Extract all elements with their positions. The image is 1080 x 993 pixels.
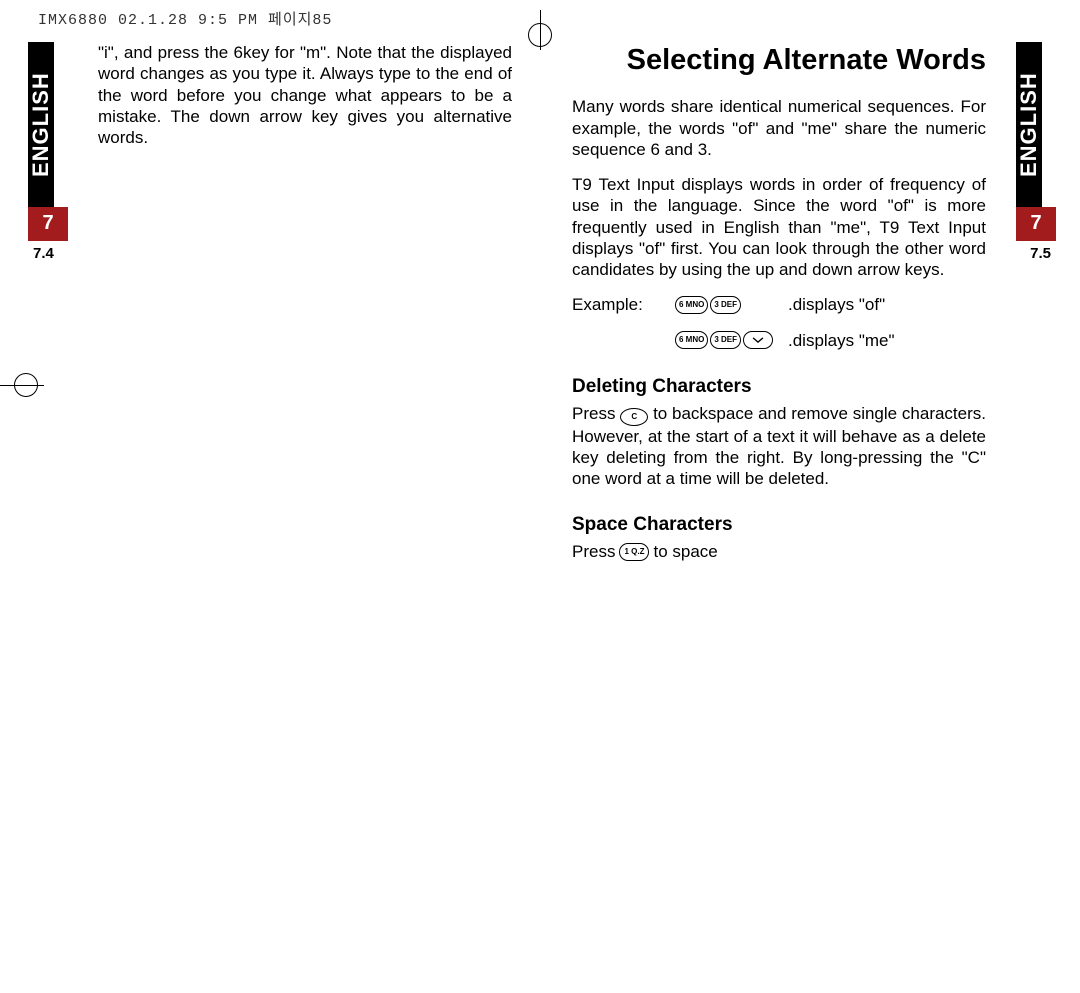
c-key-icon: C xyxy=(620,408,648,426)
down-arrow-key-icon xyxy=(743,331,773,349)
space-text-a: Press xyxy=(572,541,615,562)
example1-keys: 6 MNO 3 DEF xyxy=(675,296,780,314)
key-3-icon: 3 DEF xyxy=(710,331,741,349)
left-column: "i", and press the 6key for "m". Note th… xyxy=(98,42,512,562)
example-row-2: 6 MNO 3 DEF .displays "me" xyxy=(572,330,986,351)
left-chapter-tab: 7 xyxy=(28,207,68,241)
right-section-tab: 7.5 xyxy=(1016,241,1056,264)
example2-keys: 6 MNO 3 DEF xyxy=(675,331,780,349)
example-row-1: Example: 6 MNO 3 DEF .displays "of" xyxy=(572,294,986,315)
key-6-icon: 6 MNO xyxy=(675,331,708,349)
left-side-tab: ENGLISH 7 7.4 xyxy=(28,42,68,264)
space-paragraph: Press 1 Q.Z to space xyxy=(572,541,986,562)
key-3-icon: 3 DEF xyxy=(710,296,741,314)
deleting-heading: Deleting Characters xyxy=(572,375,986,399)
right-lang-tab: ENGLISH xyxy=(1016,42,1042,207)
space-heading: Space Characters xyxy=(572,513,986,537)
right-paragraph-1: Many words share identical numerical seq… xyxy=(572,96,986,160)
right-chapter-tab: 7 xyxy=(1016,207,1056,241)
right-side-tab: ENGLISH 7 7.5 xyxy=(1016,42,1056,264)
right-column: Selecting Alternate Words Many words sha… xyxy=(572,42,986,562)
page-spread: ENGLISH 7 7.4 ENGLISH 7 7.5 "i", and pre… xyxy=(28,42,1056,983)
example1-result: .displays "of" xyxy=(788,294,885,315)
scan-header: IMX6880 02.1.28 9:5 PM 페이지85 xyxy=(38,8,332,29)
key-1-icon: 1 Q.Z xyxy=(619,543,649,561)
right-paragraph-2: T9 Text Input displays words in order of… xyxy=(572,174,986,280)
deleting-paragraph: Press C to backspace and remove single c… xyxy=(572,403,986,490)
key-6-icon: 6 MNO xyxy=(675,296,708,314)
space-text-b: to space xyxy=(653,541,717,562)
section-title: Selecting Alternate Words xyxy=(572,42,986,78)
delete-text-a: Press xyxy=(572,404,615,423)
example-label: Example: xyxy=(572,294,667,315)
content-columns: "i", and press the 6key for "m". Note th… xyxy=(98,42,986,562)
example2-result: .displays "me" xyxy=(788,330,895,351)
left-paragraph-1: "i", and press the 6key for "m". Note th… xyxy=(98,42,512,148)
left-section-tab: 7.4 xyxy=(28,241,68,264)
left-lang-tab: ENGLISH xyxy=(28,42,54,207)
